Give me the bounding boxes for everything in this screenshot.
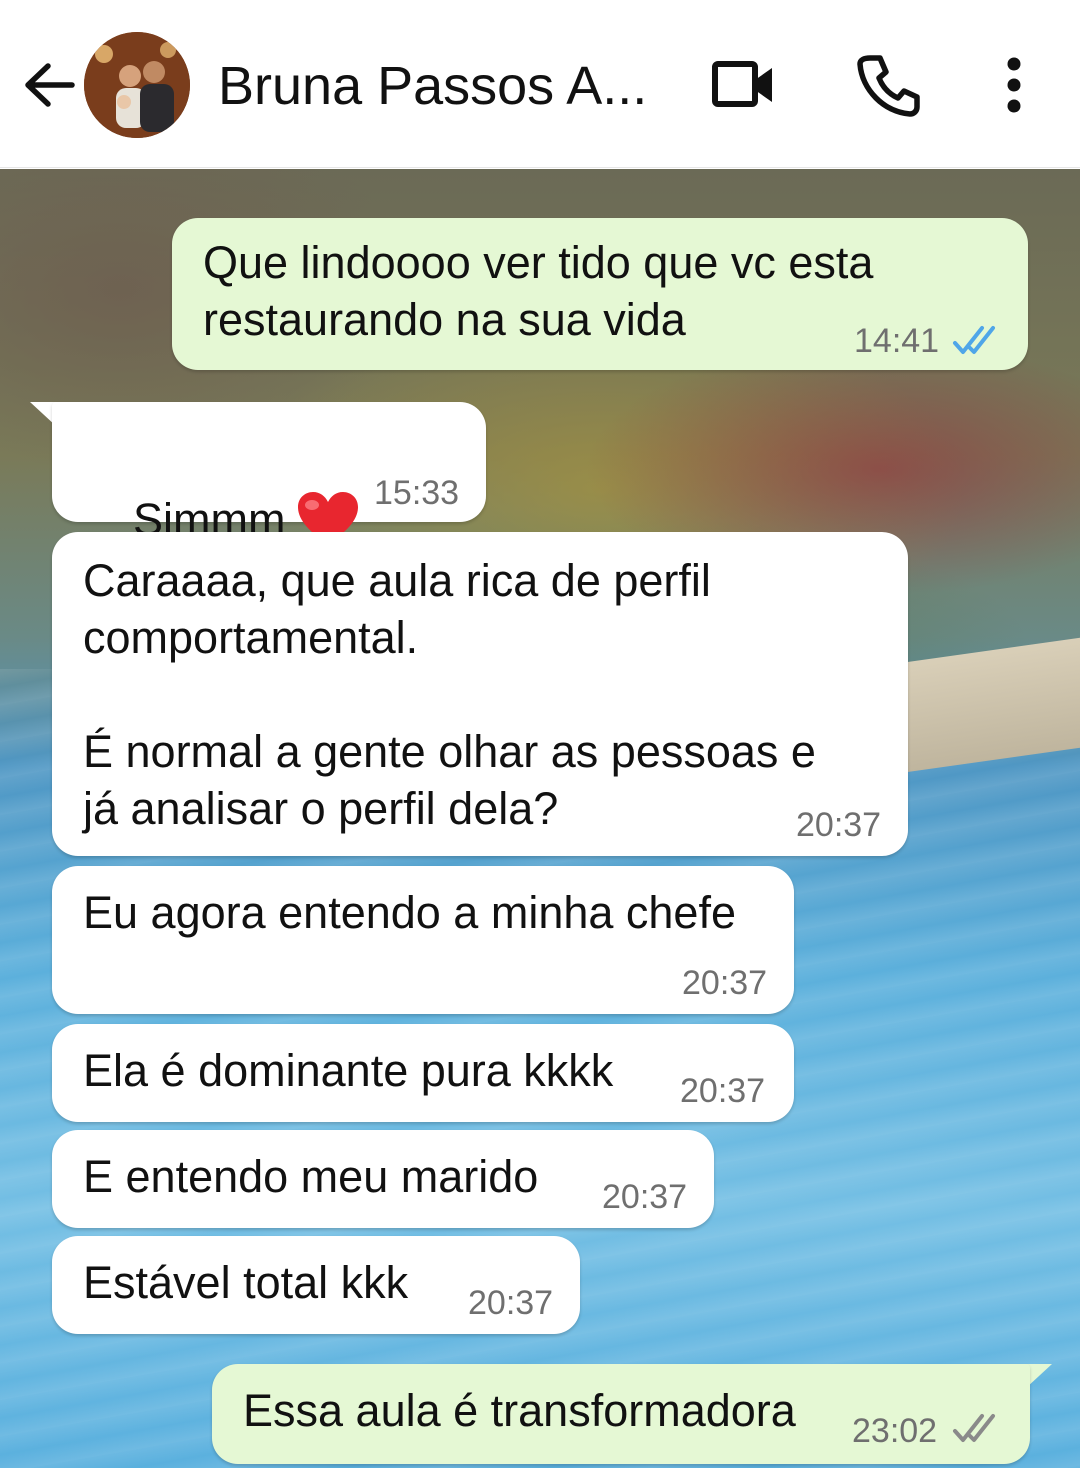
message-bubble-outgoing[interactable]: Essa aula é transformadora 23:02 [212, 1364, 1030, 1464]
message-text: Essa aula é transformadora [243, 1385, 796, 1436]
phone-icon[interactable] [856, 52, 922, 118]
read-ticks-icon [953, 326, 995, 354]
message-text: Que lindoooo ver tido que vc esta restau… [203, 237, 874, 345]
message-time: 15:33 [374, 474, 460, 512]
message-text: Caraaaa, que aula rica de perfil comport… [83, 555, 816, 834]
message-bubble-incoming[interactable]: E entendo meu marido 20:37 [52, 1130, 714, 1228]
chat-header: Bruna Passos A... [0, 0, 1080, 168]
message-bubble-incoming[interactable]: Estável total kkk 20:37 [52, 1236, 580, 1334]
message-bubble-incoming[interactable]: Eu agora entendo a minha chefe 20:37 [52, 866, 794, 1014]
message-bubble-outgoing[interactable]: Que lindoooo ver tido que vc esta restau… [172, 218, 1028, 370]
message-text: Estável total kkk [83, 1257, 409, 1308]
message-bubble-incoming[interactable]: Simmm 15:33 [52, 402, 486, 545]
message-text: E entendo meu marido [83, 1151, 539, 1202]
more-vertical-icon[interactable] [984, 52, 1044, 118]
message-text: Ela é dominante pura kkkk [83, 1045, 614, 1096]
delivered-ticks-icon [953, 1414, 995, 1442]
message-time: 20:37 [468, 1284, 554, 1322]
arrow-left-icon[interactable] [22, 58, 76, 112]
message-bubble-incoming[interactable]: Caraaaa, que aula rica de perfil comport… [52, 532, 908, 856]
message-time: 20:37 [682, 964, 768, 1002]
message-time: 20:37 [680, 1072, 766, 1110]
avatar[interactable] [84, 32, 190, 138]
message-time: 14:41 [854, 322, 940, 360]
message-time: 20:37 [796, 806, 882, 844]
message-time: 23:02 [852, 1412, 938, 1450]
message-time: 20:37 [602, 1178, 688, 1216]
contact-name[interactable]: Bruna Passos A... [218, 56, 648, 116]
video-camera-icon[interactable] [710, 52, 776, 118]
message-text: Eu agora entendo a minha chefe [83, 887, 736, 938]
message-bubble-incoming[interactable]: Ela é dominante pura kkkk 20:37 [52, 1024, 794, 1122]
avatar-photo [84, 32, 190, 138]
